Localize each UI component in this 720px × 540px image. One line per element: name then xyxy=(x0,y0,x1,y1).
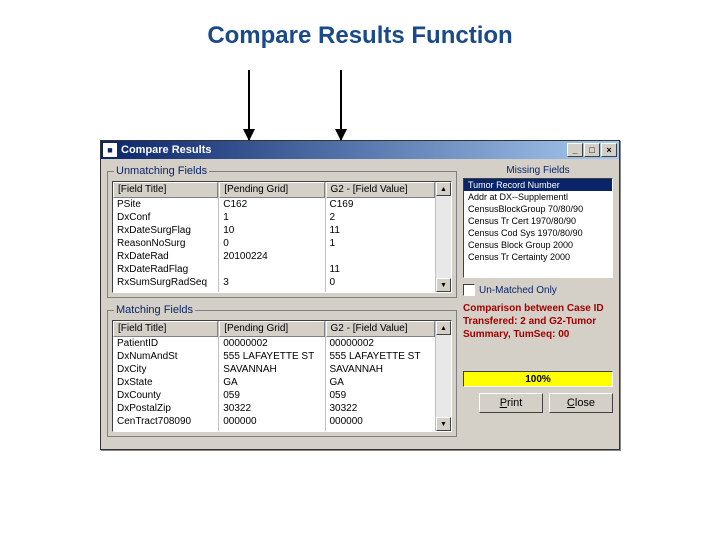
list-item[interactable]: Census Block Group 2000 xyxy=(464,239,612,251)
app-icon: ■ xyxy=(103,143,117,157)
scroll-up-icon[interactable]: ▲ xyxy=(436,321,451,335)
compare-results-window: ■ Compare Results _ □ × Unmatching Field… xyxy=(100,140,620,450)
table-cell: RxSumSurgRadSeq xyxy=(113,276,218,289)
table-cell: 0 xyxy=(326,276,435,289)
list-item[interactable]: Census Tr Certainty 2000 xyxy=(464,251,612,263)
col-header-pending[interactable]: [Pending Grid] xyxy=(219,182,324,198)
table-cell: DxState xyxy=(113,376,218,389)
table-cell: 059 xyxy=(326,389,435,402)
table-cell: DxNumAndSt xyxy=(113,350,218,363)
table-cell: CenTract708090 xyxy=(113,415,218,428)
table-cell xyxy=(326,250,435,263)
table-cell: GA xyxy=(326,376,435,389)
table-cell: 555 LAFAYETTE ST xyxy=(219,350,324,363)
table-cell: 11 xyxy=(326,263,435,276)
scrollbar[interactable]: ▲ ▼ xyxy=(435,321,451,431)
table-cell: C162 xyxy=(219,198,324,211)
table-cell: 11 xyxy=(326,224,435,237)
missing-fields-list[interactable]: Tumor Record Number Addr at DX--Suppleme… xyxy=(463,178,613,278)
close-button[interactable]: × xyxy=(601,143,617,157)
table-cell: ReasonNoSurg xyxy=(113,237,218,250)
window-title: Compare Results xyxy=(121,144,567,156)
table-cell: 000000 xyxy=(219,415,324,428)
col-header-pending[interactable]: [Pending Grid] xyxy=(219,321,324,337)
list-item[interactable]: Census Tr Cert 1970/80/90 xyxy=(464,215,612,227)
table-cell: DxCounty xyxy=(113,389,218,402)
scrollbar[interactable]: ▲ ▼ xyxy=(435,182,451,292)
unmatching-grid[interactable]: [Field Title] PSite DxConf RxDateSurgFla… xyxy=(112,181,452,293)
table-cell: 000000 xyxy=(326,415,435,428)
table-cell: SAVANNAH xyxy=(326,363,435,376)
table-cell: DxPostalZip xyxy=(113,402,218,415)
missing-fields-title: Missing Fields xyxy=(463,165,613,176)
progress-bar: 100% xyxy=(463,371,613,387)
scroll-up-icon[interactable]: ▲ xyxy=(436,182,451,196)
col-header-g2[interactable]: G2 - [Field Value] xyxy=(326,182,435,198)
minimize-button[interactable]: _ xyxy=(567,143,583,157)
table-cell: 059 xyxy=(219,389,324,402)
col-header-title[interactable]: [Field Title] xyxy=(113,321,218,337)
table-cell: 2 xyxy=(326,211,435,224)
table-cell: SAVANNAH xyxy=(219,363,324,376)
unmatching-legend: Unmatching Fields xyxy=(114,165,209,177)
table-cell: 1 xyxy=(219,211,324,224)
col-header-g2[interactable]: G2 - [Field Value] xyxy=(326,321,435,337)
table-cell: 00000002 xyxy=(326,337,435,350)
table-cell xyxy=(219,263,324,276)
table-cell: DxCity xyxy=(113,363,218,376)
unmatched-only-checkbox[interactable] xyxy=(463,284,475,296)
table-cell: RxDateSurgFlag xyxy=(113,224,218,237)
table-cell: 555 LAFAYETTE ST xyxy=(326,350,435,363)
table-cell: 0 xyxy=(219,237,324,250)
table-cell: DxConf xyxy=(113,211,218,224)
table-cell: 10 xyxy=(219,224,324,237)
list-item[interactable]: Tumor Record Number xyxy=(464,179,612,191)
table-cell: PatientID xyxy=(113,337,218,350)
list-item[interactable]: Addr at DX--Supplementl xyxy=(464,191,612,203)
col-header-title[interactable]: [Field Title] xyxy=(113,182,218,198)
list-item[interactable]: Census Cod Sys 1970/80/90 xyxy=(464,227,612,239)
maximize-button[interactable]: □ xyxy=(584,143,600,157)
matching-group: Matching Fields [Field Title] PatientID … xyxy=(107,304,457,437)
table-cell: RxDateRad xyxy=(113,250,218,263)
table-cell: 30322 xyxy=(219,402,324,415)
table-cell: 1 xyxy=(326,237,435,250)
scroll-down-icon[interactable]: ▼ xyxy=(436,278,451,292)
table-cell: 00000002 xyxy=(219,337,324,350)
comparison-info: Comparison between Case ID Transfered: 2… xyxy=(463,302,613,341)
close-button[interactable]: Close xyxy=(549,393,613,413)
matching-grid[interactable]: [Field Title] PatientID DxNumAndSt DxCit… xyxy=(112,320,452,432)
scroll-down-icon[interactable]: ▼ xyxy=(436,417,451,431)
table-cell: C169 xyxy=(326,198,435,211)
table-cell: PSite xyxy=(113,198,218,211)
table-cell: 20100224 xyxy=(219,250,324,263)
table-cell: 30322 xyxy=(326,402,435,415)
titlebar: ■ Compare Results _ □ × xyxy=(101,141,619,159)
page-title: Compare Results Function xyxy=(0,0,720,50)
matching-legend: Matching Fields xyxy=(114,304,195,316)
table-cell: GA xyxy=(219,376,324,389)
print-button[interactable]: Print xyxy=(479,393,543,413)
table-cell: 3 xyxy=(219,276,324,289)
table-cell: RxDateRadFlag xyxy=(113,263,218,276)
unmatched-only-label: Un-Matched Only xyxy=(479,285,557,296)
list-item[interactable]: CensusBlockGroup 70/80/90 xyxy=(464,203,612,215)
unmatching-group: Unmatching Fields [Field Title] PSite Dx… xyxy=(107,165,457,298)
